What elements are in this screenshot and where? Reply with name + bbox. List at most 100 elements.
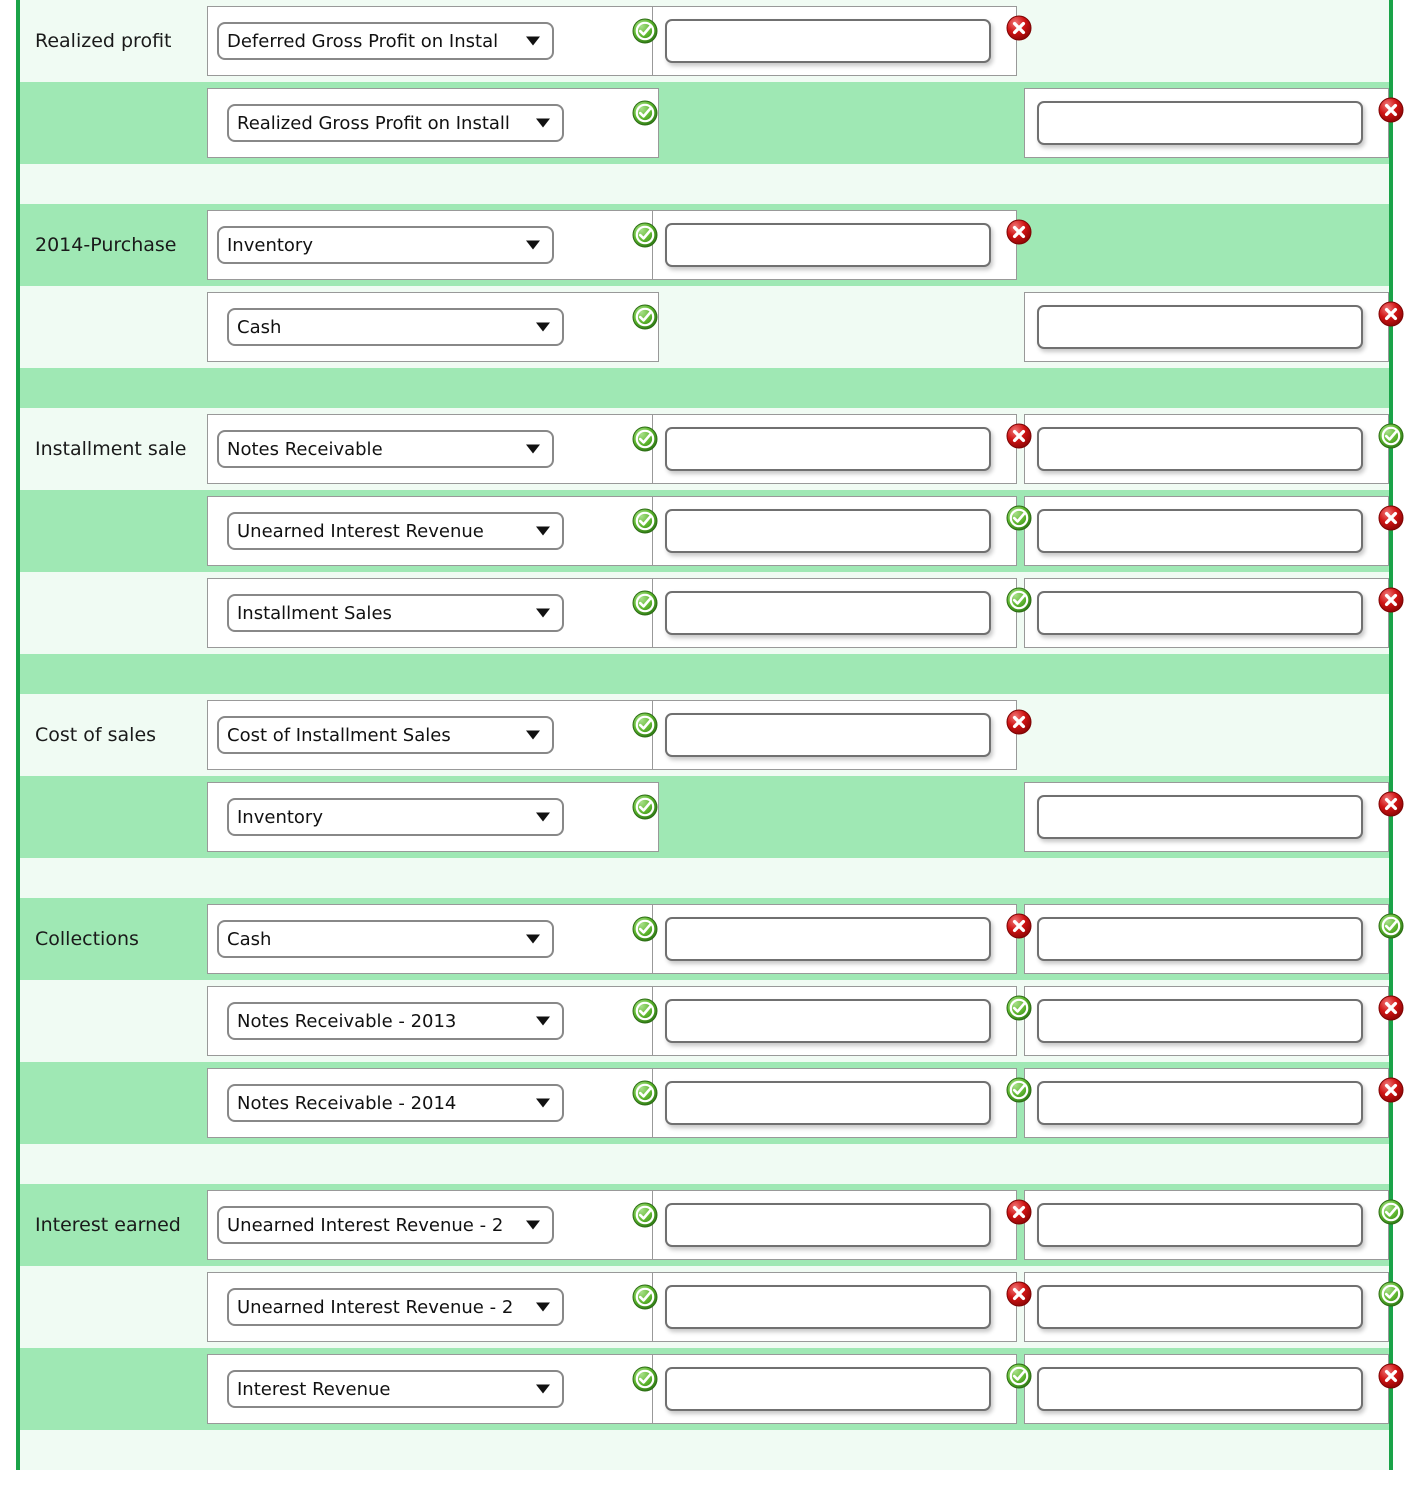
chevron-down-icon [526, 240, 540, 250]
account-select[interactable]: Cash [227, 308, 564, 346]
account-select[interactable]: Unearned Interest Revenue - 2 [227, 1288, 564, 1326]
debit-input[interactable] [665, 917, 991, 961]
credit-invalid-error-circle-icon [1378, 995, 1404, 1021]
journal-entry-row: Installment sale Notes Receivable [20, 408, 1404, 490]
debit-input[interactable] [665, 713, 991, 757]
transaction-label [20, 82, 207, 164]
debit-cell [652, 1190, 1017, 1260]
debit-cell [652, 6, 1017, 76]
journal-spacer-row [20, 1144, 1389, 1184]
account-select-backdrop: Notes Receivable - 2014 [208, 1069, 574, 1137]
debit-input[interactable] [665, 19, 991, 63]
account-select[interactable]: Inventory [227, 798, 564, 836]
credit-input[interactable] [1037, 591, 1363, 635]
journal-entry-table: Realized profit Deferred Gross Profit on… [16, 0, 1404, 1470]
account-select-backdrop: Cost of Installment Sales [208, 701, 574, 769]
account-select-value: Installment Sales [237, 602, 392, 624]
credit-input[interactable] [1037, 305, 1363, 349]
credit-input[interactable] [1037, 1203, 1363, 1247]
account-cell: Notes Receivable - 2013 [207, 986, 659, 1056]
account-valid-check-circle-icon [632, 794, 658, 820]
account-select[interactable]: Unearned Interest Revenue [227, 512, 564, 550]
account-select-value: Cost of Installment Sales [227, 724, 451, 746]
chevron-down-icon [536, 1302, 550, 1312]
account-select[interactable]: Unearned Interest Revenue - 2 [217, 1206, 554, 1244]
credit-invalid-error-circle-icon [1378, 791, 1404, 817]
credit-cell [1024, 1190, 1389, 1260]
account-cell: Interest Revenue [207, 1354, 659, 1424]
credit-input[interactable] [1037, 917, 1363, 961]
account-select[interactable]: Notes Receivable - 2014 [227, 1084, 564, 1122]
account-select-value: Unearned Interest Revenue - 2 [227, 1214, 504, 1236]
transaction-label: Cost of sales [35, 724, 157, 746]
debit-input[interactable] [665, 999, 991, 1043]
debit-input[interactable] [665, 509, 991, 553]
debit-input[interactable] [665, 223, 991, 267]
transaction-label [20, 572, 207, 654]
debit-cell [652, 904, 1017, 974]
account-select-value: Notes Receivable [227, 438, 383, 460]
journal-entry-row: Notes Receivable - 2014 [20, 1062, 1404, 1144]
account-select-value: Unearned Interest Revenue [237, 520, 484, 542]
account-cell: Cash [207, 292, 659, 362]
transaction-label [20, 1348, 207, 1430]
credit-cell [1024, 578, 1389, 648]
account-select[interactable]: Realized Gross Profit on Install [227, 104, 564, 142]
account-select[interactable]: Installment Sales [227, 594, 564, 632]
account-select-backdrop: Notes Receivable - 2013 [208, 987, 574, 1055]
account-cell: Notes Receivable [207, 414, 659, 484]
debit-input[interactable] [665, 1203, 991, 1247]
credit-input[interactable] [1037, 999, 1363, 1043]
transaction-label [20, 980, 207, 1062]
debit-input[interactable] [665, 427, 991, 471]
account-select[interactable]: Cash [217, 920, 554, 958]
credit-valid-check-circle-icon [1378, 913, 1404, 939]
account-select[interactable]: Deferred Gross Profit on Instal [217, 22, 554, 60]
journal-spacer-row [20, 1430, 1389, 1470]
debit-input[interactable] [665, 1081, 991, 1125]
account-select-backdrop: Interest Revenue [208, 1355, 574, 1423]
journal-entry-row: Unearned Interest Revenue - 2 [20, 1266, 1404, 1348]
account-cell: Unearned Interest Revenue - 2 [207, 1190, 659, 1260]
account-select-value: Deferred Gross Profit on Instal [227, 30, 499, 52]
credit-invalid-error-circle-icon [1378, 1363, 1404, 1389]
journal-spacer-row [20, 654, 1389, 694]
journal-spacer-row [20, 368, 1389, 408]
debit-invalid-error-circle-icon [1006, 15, 1032, 41]
journal-entry-row: Collections Cash [20, 898, 1404, 980]
debit-invalid-error-circle-icon [1006, 219, 1032, 245]
account-select[interactable]: Interest Revenue [227, 1370, 564, 1408]
account-select[interactable]: Notes Receivable [217, 430, 554, 468]
credit-input[interactable] [1037, 1367, 1363, 1411]
chevron-down-icon [536, 1384, 550, 1394]
account-valid-check-circle-icon [632, 426, 658, 452]
credit-input[interactable] [1037, 509, 1363, 553]
credit-input[interactable] [1037, 1285, 1363, 1329]
credit-input[interactable] [1037, 101, 1363, 145]
debit-input[interactable] [665, 1367, 991, 1411]
credit-input[interactable] [1037, 1081, 1363, 1125]
account-select[interactable]: Notes Receivable - 2013 [227, 1002, 564, 1040]
chevron-down-icon [536, 608, 550, 618]
account-valid-check-circle-icon [632, 998, 658, 1024]
account-select[interactable]: Cost of Installment Sales [217, 716, 554, 754]
account-cell: Unearned Interest Revenue [207, 496, 659, 566]
credit-input[interactable] [1037, 427, 1363, 471]
transaction-label: Realized profit [35, 30, 172, 52]
credit-invalid-error-circle-icon [1378, 301, 1404, 327]
journal-entry-row: Notes Receivable - 2013 [20, 980, 1404, 1062]
debit-input[interactable] [665, 591, 991, 635]
account-select[interactable]: Inventory [217, 226, 554, 264]
account-cell: Inventory [207, 210, 659, 280]
account-valid-check-circle-icon [632, 100, 658, 126]
account-cell: Cost of Installment Sales [207, 700, 659, 770]
debit-valid-check-circle-icon [1006, 587, 1032, 613]
credit-input[interactable] [1037, 795, 1363, 839]
account-cell: Deferred Gross Profit on Instal [207, 6, 659, 76]
debit-invalid-error-circle-icon [1006, 1199, 1032, 1225]
chevron-down-icon [536, 812, 550, 822]
account-select-backdrop: Notes Receivable [208, 415, 574, 483]
debit-input[interactable] [665, 1285, 991, 1329]
account-valid-check-circle-icon [632, 1080, 658, 1106]
journal-entry-row: Inventory [20, 776, 1404, 858]
